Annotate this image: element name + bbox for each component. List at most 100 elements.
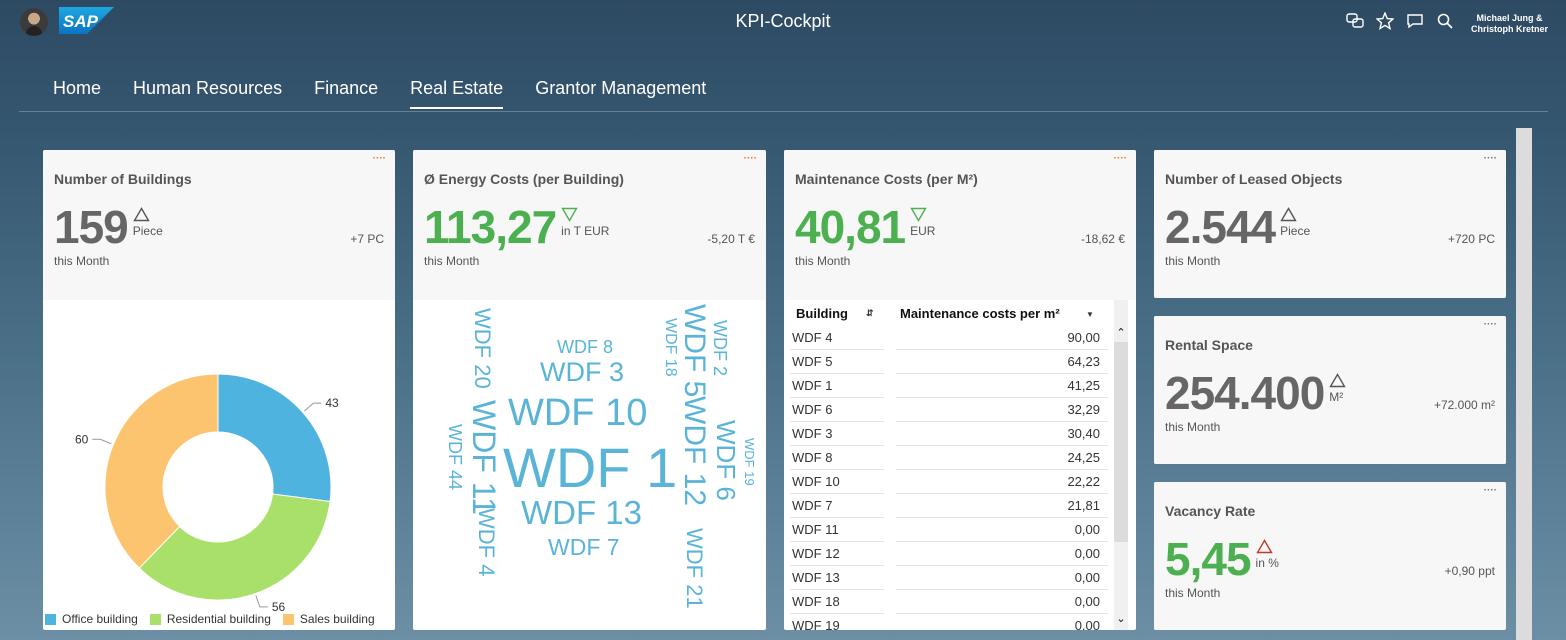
app-title: KPI-Cockpit — [735, 11, 831, 31]
tab-real-estate[interactable]: Real Estate — [410, 78, 504, 109]
cloud-word[interactable]: WDF 8 — [557, 338, 613, 356]
table-row[interactable]: WDF 12 0,00 — [790, 542, 1108, 566]
cell-cost: 0,00 — [1074, 522, 1100, 537]
table-scroll-thumb[interactable] — [1114, 342, 1128, 542]
table-row[interactable]: WDF 10 22,22 — [790, 470, 1108, 494]
label-leader-line — [304, 402, 322, 412]
card-leased-objects[interactable]: ···· Number of Leased Objects 2.544 Piec… — [1154, 150, 1506, 298]
card-header: ···· Ø Energy Costs (per Building) 113,2… — [413, 150, 766, 300]
tab-human-resources[interactable]: Human Resources — [133, 78, 282, 109]
legend-label: Office building — [62, 612, 138, 626]
cloud-word[interactable]: WDF 21 — [682, 528, 707, 609]
cell-building: WDF 8 — [792, 450, 833, 465]
kpi-unit: Piece — [1280, 224, 1311, 238]
tab-home[interactable]: Home — [53, 78, 101, 109]
cell-cost: 21,81 — [1067, 498, 1100, 513]
table-row[interactable]: WDF 1 41,25 — [790, 374, 1108, 398]
more-icon[interactable]: ···· — [1484, 154, 1497, 164]
cloud-word[interactable]: WDF 5 — [678, 304, 711, 397]
table-row[interactable]: WDF 18 0,00 — [790, 590, 1108, 614]
cell-building: WDF 12 — [792, 546, 840, 561]
cloud-word[interactable]: WDF 20 — [470, 308, 495, 389]
cell-cost: 32,29 — [1067, 402, 1100, 417]
legend-item-office[interactable]: Office building — [45, 612, 138, 626]
card-rental-space[interactable]: ···· Rental Space 254.400 M² +72.000 m² … — [1154, 316, 1506, 464]
cloud-word[interactable]: WDF 7 — [548, 536, 620, 559]
data-label: 43 — [325, 396, 339, 410]
kpi-value: 5,45 — [1165, 533, 1252, 585]
cell-cost: 0,00 — [1074, 546, 1100, 561]
cloud-word[interactable]: WDF 10 — [508, 394, 647, 432]
cloud-word[interactable]: WDF 12 — [678, 396, 711, 506]
cloud-word[interactable]: WDF 4 — [474, 508, 499, 576]
card-number-of-buildings[interactable]: ···· Number of Buildings 159 Piece +7 PC… — [43, 150, 395, 630]
table-row[interactable]: WDF 6 32,29 — [790, 398, 1108, 422]
cloud-word[interactable]: WDF 1 — [503, 440, 677, 496]
chat-icon[interactable] — [1346, 12, 1364, 30]
tab-finance[interactable]: Finance — [314, 78, 378, 109]
label-leader-line — [92, 438, 112, 445]
cloud-word[interactable]: WDF 13 — [521, 496, 642, 529]
cloud-word[interactable]: WDF 11 — [466, 400, 502, 515]
legend-swatch — [149, 613, 161, 625]
cloud-word[interactable]: WDF 19 — [742, 438, 757, 486]
card-header: ···· Vacancy Rate 5,45 in % +0,90 ppt th… — [1154, 482, 1506, 630]
user-name[interactable]: Michael Jung & Christoph Kretner — [1471, 13, 1548, 35]
trend-up-icon — [1280, 207, 1297, 222]
table-row[interactable]: WDF 11 0,00 — [790, 518, 1108, 542]
more-icon[interactable]: ···· — [373, 154, 386, 164]
legend-item-sales[interactable]: Sales building — [282, 612, 375, 626]
trend-down-icon — [561, 207, 578, 222]
card-vacancy-rate[interactable]: ···· Vacancy Rate 5,45 in % +0,90 ppt th… — [1154, 482, 1506, 630]
cloud-word[interactable]: WDF 44 — [445, 424, 465, 490]
cell-building: WDF 1 — [792, 378, 833, 393]
legend-label: Residential building — [166, 612, 271, 626]
cloud-word[interactable]: WDF 6 — [711, 420, 741, 501]
cell-cost: 22,22 — [1067, 474, 1100, 489]
more-icon[interactable]: ···· — [1484, 320, 1497, 330]
feedback-icon[interactable] — [1406, 12, 1424, 30]
cloud-word[interactable]: WDF 18 — [662, 318, 679, 377]
sort-icon[interactable]: ⇵ — [866, 308, 874, 319]
more-icon[interactable]: ···· — [1484, 486, 1497, 496]
table-row[interactable]: WDF 13 0,00 — [790, 566, 1108, 590]
cell-building: WDF 11 — [792, 522, 839, 537]
cell-cost: 0,00 — [1074, 618, 1100, 630]
card-energy-costs[interactable]: ···· Ø Energy Costs (per Building) 113,2… — [413, 150, 766, 630]
table-row[interactable]: WDF 3 30,40 — [790, 422, 1108, 446]
table-row[interactable]: WDF 7 21,81 — [790, 494, 1108, 518]
cloud-word[interactable]: WDF 2 — [710, 320, 730, 376]
cell-cost: 0,00 — [1074, 594, 1100, 609]
card-maintenance-costs[interactable]: ···· Maintenance Costs (per M²) 40,81 EU… — [784, 150, 1136, 630]
legend-swatch — [45, 613, 56, 625]
table-row[interactable]: WDF 5 64,23 — [790, 350, 1108, 374]
cell-building: WDF 4 — [792, 330, 833, 345]
legend-swatch — [282, 613, 294, 625]
star-icon[interactable] — [1376, 12, 1394, 30]
kpi-unit: Piece — [132, 224, 163, 238]
donut-slice[interactable] — [217, 373, 332, 503]
legend-item-residential[interactable]: Residential building — [149, 612, 271, 626]
filter-icon[interactable]: ▼ — [1086, 310, 1094, 319]
kpi-period: this Month — [424, 254, 480, 268]
kpi-delta: +72.000 m² — [1433, 398, 1495, 412]
cell-building: WDF 3 — [792, 426, 833, 441]
column-header-building[interactable]: Building — [796, 306, 848, 321]
cell-cost: 90,00 — [1067, 330, 1100, 345]
tab-grantor-management[interactable]: Grantor Management — [535, 78, 706, 109]
table-row[interactable]: WDF 8 24,25 — [790, 446, 1108, 470]
table-row[interactable]: WDF 19 0,00 — [790, 614, 1106, 630]
kpi-delta: +7 PC — [350, 232, 384, 246]
column-header-cost[interactable]: Maintenance costs per m² — [900, 306, 1060, 321]
search-icon[interactable] — [1436, 12, 1454, 30]
scroll-down-icon[interactable]: ⌄ — [1114, 612, 1128, 626]
cloud-word[interactable]: WDF 3 — [540, 359, 624, 386]
more-icon[interactable]: ···· — [1114, 154, 1127, 164]
more-icon[interactable]: ···· — [744, 154, 757, 164]
page-scrollbar[interactable] — [1516, 128, 1532, 640]
card-title: Vacancy Rate — [1165, 503, 1256, 519]
scroll-up-icon[interactable]: ⌃ — [1114, 326, 1128, 340]
kpi-value: 113,27 — [424, 201, 557, 253]
table-row[interactable]: WDF 4 90,00 — [790, 326, 1108, 350]
kpi-period: this Month — [54, 254, 110, 268]
